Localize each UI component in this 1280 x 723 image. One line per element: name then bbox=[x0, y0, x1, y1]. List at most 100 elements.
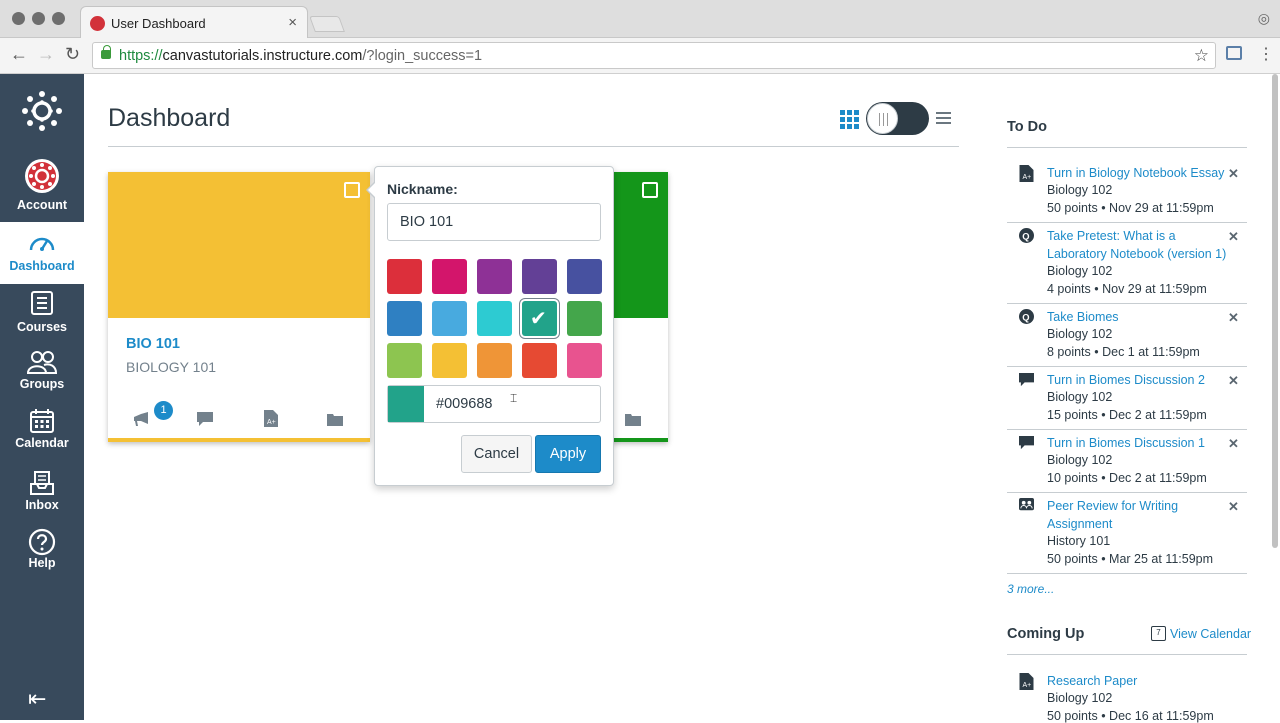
color-swatch[interactable] bbox=[522, 343, 557, 378]
discussion-icon bbox=[1019, 372, 1034, 387]
more-todo-link[interactable]: 3 more... bbox=[1007, 582, 1054, 596]
remove-todo-icon[interactable]: ✕ bbox=[1228, 310, 1239, 326]
todo-meta: 4 points • Nov 29 at 11:59pm bbox=[1047, 282, 1207, 296]
coming-up-title-link[interactable]: Research Paper bbox=[1047, 672, 1227, 690]
todo-item: Q Take Pretest: What is a Laboratory Not… bbox=[1007, 227, 1247, 304]
reload-icon[interactable]: ↻ bbox=[65, 44, 80, 65]
nav-label: Courses bbox=[16, 320, 68, 334]
todo-title-link[interactable]: Turn in Biology Notebook Essay bbox=[1047, 164, 1227, 182]
color-swatch[interactable] bbox=[387, 259, 422, 294]
coming-up-heading: Coming Up bbox=[1007, 626, 1085, 642]
announcements-megaphone-icon[interactable] bbox=[133, 412, 149, 426]
nickname-label: Nickname: bbox=[387, 181, 458, 197]
new-tab-button[interactable] bbox=[309, 16, 345, 32]
color-swatch[interactable] bbox=[432, 343, 467, 378]
inbox-tray-icon bbox=[30, 471, 54, 495]
todo-course: History 101 bbox=[1047, 534, 1111, 548]
card-view-grid-icon[interactable] bbox=[840, 110, 859, 129]
remove-todo-icon[interactable]: ✕ bbox=[1228, 499, 1239, 515]
todo-item: Turn in Biomes Discussion 2 Biology 102 … bbox=[1007, 371, 1247, 430]
nav-inbox[interactable]: Inbox bbox=[0, 468, 84, 528]
card-edit-icon[interactable] bbox=[344, 182, 360, 198]
todo-title-link[interactable]: Turn in Biomes Discussion 1 bbox=[1047, 434, 1227, 452]
nav-dashboard[interactable]: Dashboard bbox=[0, 222, 84, 284]
nav-groups[interactable]: Groups bbox=[0, 346, 84, 406]
todo-heading: To Do bbox=[1007, 119, 1047, 135]
address-bar[interactable]: https://canvastutorials.instructure.com/… bbox=[92, 42, 1216, 69]
color-swatch[interactable] bbox=[567, 343, 602, 378]
nav-calendar[interactable]: Calendar bbox=[0, 406, 84, 466]
extension-icon[interactable] bbox=[1226, 46, 1242, 60]
remove-todo-icon[interactable]: ✕ bbox=[1228, 166, 1239, 182]
menu-icon[interactable]: ⋮ bbox=[1258, 44, 1274, 64]
coming-up-meta: 50 points • Dec 16 at 11:59pm bbox=[1047, 709, 1214, 723]
color-swatch[interactable] bbox=[477, 301, 512, 336]
card-edit-icon[interactable] bbox=[642, 182, 658, 198]
nav-account[interactable]: Account bbox=[0, 150, 84, 218]
svg-text:A+: A+ bbox=[267, 419, 276, 426]
color-swatch[interactable] bbox=[387, 343, 422, 378]
nav-label: Dashboard bbox=[9, 259, 75, 273]
list-view-icon[interactable] bbox=[936, 112, 951, 126]
browser-toolbar: ← → ↻ https://canvastutorials.instructur… bbox=[0, 38, 1280, 74]
dashboard-view-toggle[interactable] bbox=[866, 102, 929, 135]
unread-badge: 1 bbox=[154, 401, 173, 420]
nav-label: Calendar bbox=[15, 436, 69, 450]
nickname-input[interactable] bbox=[387, 203, 601, 241]
todo-title-link[interactable]: Take Pretest: What is a Laboratory Noteb… bbox=[1047, 227, 1227, 263]
browser-tab[interactable]: User Dashboard × bbox=[80, 6, 308, 39]
view-calendar-link[interactable]: View Calendar bbox=[1170, 627, 1251, 641]
color-swatch[interactable] bbox=[567, 259, 602, 294]
close-window-button[interactable] bbox=[12, 12, 25, 25]
coming-up-item: A+ Research Paper Biology 102 50 points … bbox=[1007, 672, 1247, 723]
calendar-small-icon: 7 bbox=[1151, 626, 1166, 641]
files-folder-icon[interactable] bbox=[327, 412, 343, 426]
todo-course: Biology 102 bbox=[1047, 453, 1113, 467]
todo-title-link[interactable]: Turn in Biomes Discussion 2 bbox=[1047, 371, 1227, 389]
color-swatch[interactable] bbox=[522, 259, 557, 294]
color-swatch[interactable] bbox=[387, 301, 422, 336]
collapse-nav-icon[interactable]: ⇤ bbox=[28, 686, 46, 712]
todo-item: Turn in Biomes Discussion 1 Biology 102 … bbox=[1007, 434, 1247, 493]
hex-color-value[interactable]: #009688 bbox=[436, 396, 492, 412]
todo-meta: 10 points • Dec 2 at 11:59pm bbox=[1047, 471, 1207, 485]
todo-course: Biology 102 bbox=[1047, 390, 1113, 404]
quiz-icon: Q bbox=[1019, 309, 1034, 324]
assignment-icon: A+ bbox=[1019, 165, 1034, 182]
remove-todo-icon[interactable]: ✕ bbox=[1228, 436, 1239, 452]
maximize-window-button[interactable] bbox=[52, 12, 65, 25]
color-swatch[interactable] bbox=[432, 301, 467, 336]
todo-meta: 15 points • Dec 2 at 11:59pm bbox=[1047, 408, 1207, 422]
minimize-window-button[interactable] bbox=[32, 12, 45, 25]
remove-todo-icon[interactable]: ✕ bbox=[1228, 229, 1239, 245]
bookmark-star-icon[interactable]: ☆ bbox=[1194, 46, 1209, 66]
forward-arrow-icon[interactable]: → bbox=[37, 44, 55, 65]
todo-title-link[interactable]: Take Biomes bbox=[1047, 308, 1227, 326]
toggle-knob[interactable] bbox=[867, 103, 898, 134]
color-swatch[interactable] bbox=[477, 259, 512, 294]
discussions-icon[interactable] bbox=[197, 412, 213, 426]
back-arrow-icon[interactable]: ← bbox=[10, 44, 28, 65]
page-scrollbar[interactable] bbox=[1272, 74, 1278, 548]
todo-title-link[interactable]: Peer Review for Writing Assignment bbox=[1047, 497, 1227, 533]
course-card-bio101[interactable]: BIO 101 BIOLOGY 101 1 A+ bbox=[108, 172, 370, 442]
apply-button[interactable]: Apply bbox=[535, 435, 601, 473]
color-swatch[interactable] bbox=[567, 301, 602, 336]
color-swatch[interactable] bbox=[477, 343, 512, 378]
url-text: https://canvastutorials.instructure.com/… bbox=[119, 48, 483, 64]
cancel-button[interactable]: Cancel bbox=[461, 435, 532, 473]
color-swatch[interactable] bbox=[432, 259, 467, 294]
canvas-logo-icon[interactable] bbox=[21, 90, 63, 132]
files-folder-icon[interactable] bbox=[625, 412, 641, 426]
card-color-header[interactable] bbox=[108, 172, 370, 318]
color-swatch-selected[interactable] bbox=[522, 301, 557, 336]
svg-text:Q: Q bbox=[1022, 312, 1029, 322]
nav-help[interactable]: Help bbox=[0, 526, 84, 586]
lock-icon bbox=[101, 45, 111, 59]
course-nickname[interactable]: BIO 101 bbox=[126, 336, 180, 352]
remove-todo-icon[interactable]: ✕ bbox=[1228, 373, 1239, 389]
hex-color-field[interactable]: #009688 ⌶ bbox=[387, 385, 601, 423]
nav-courses[interactable]: Courses bbox=[0, 286, 84, 346]
assignments-icon[interactable]: A+ bbox=[263, 410, 279, 427]
tab-close-icon[interactable]: × bbox=[288, 14, 297, 31]
